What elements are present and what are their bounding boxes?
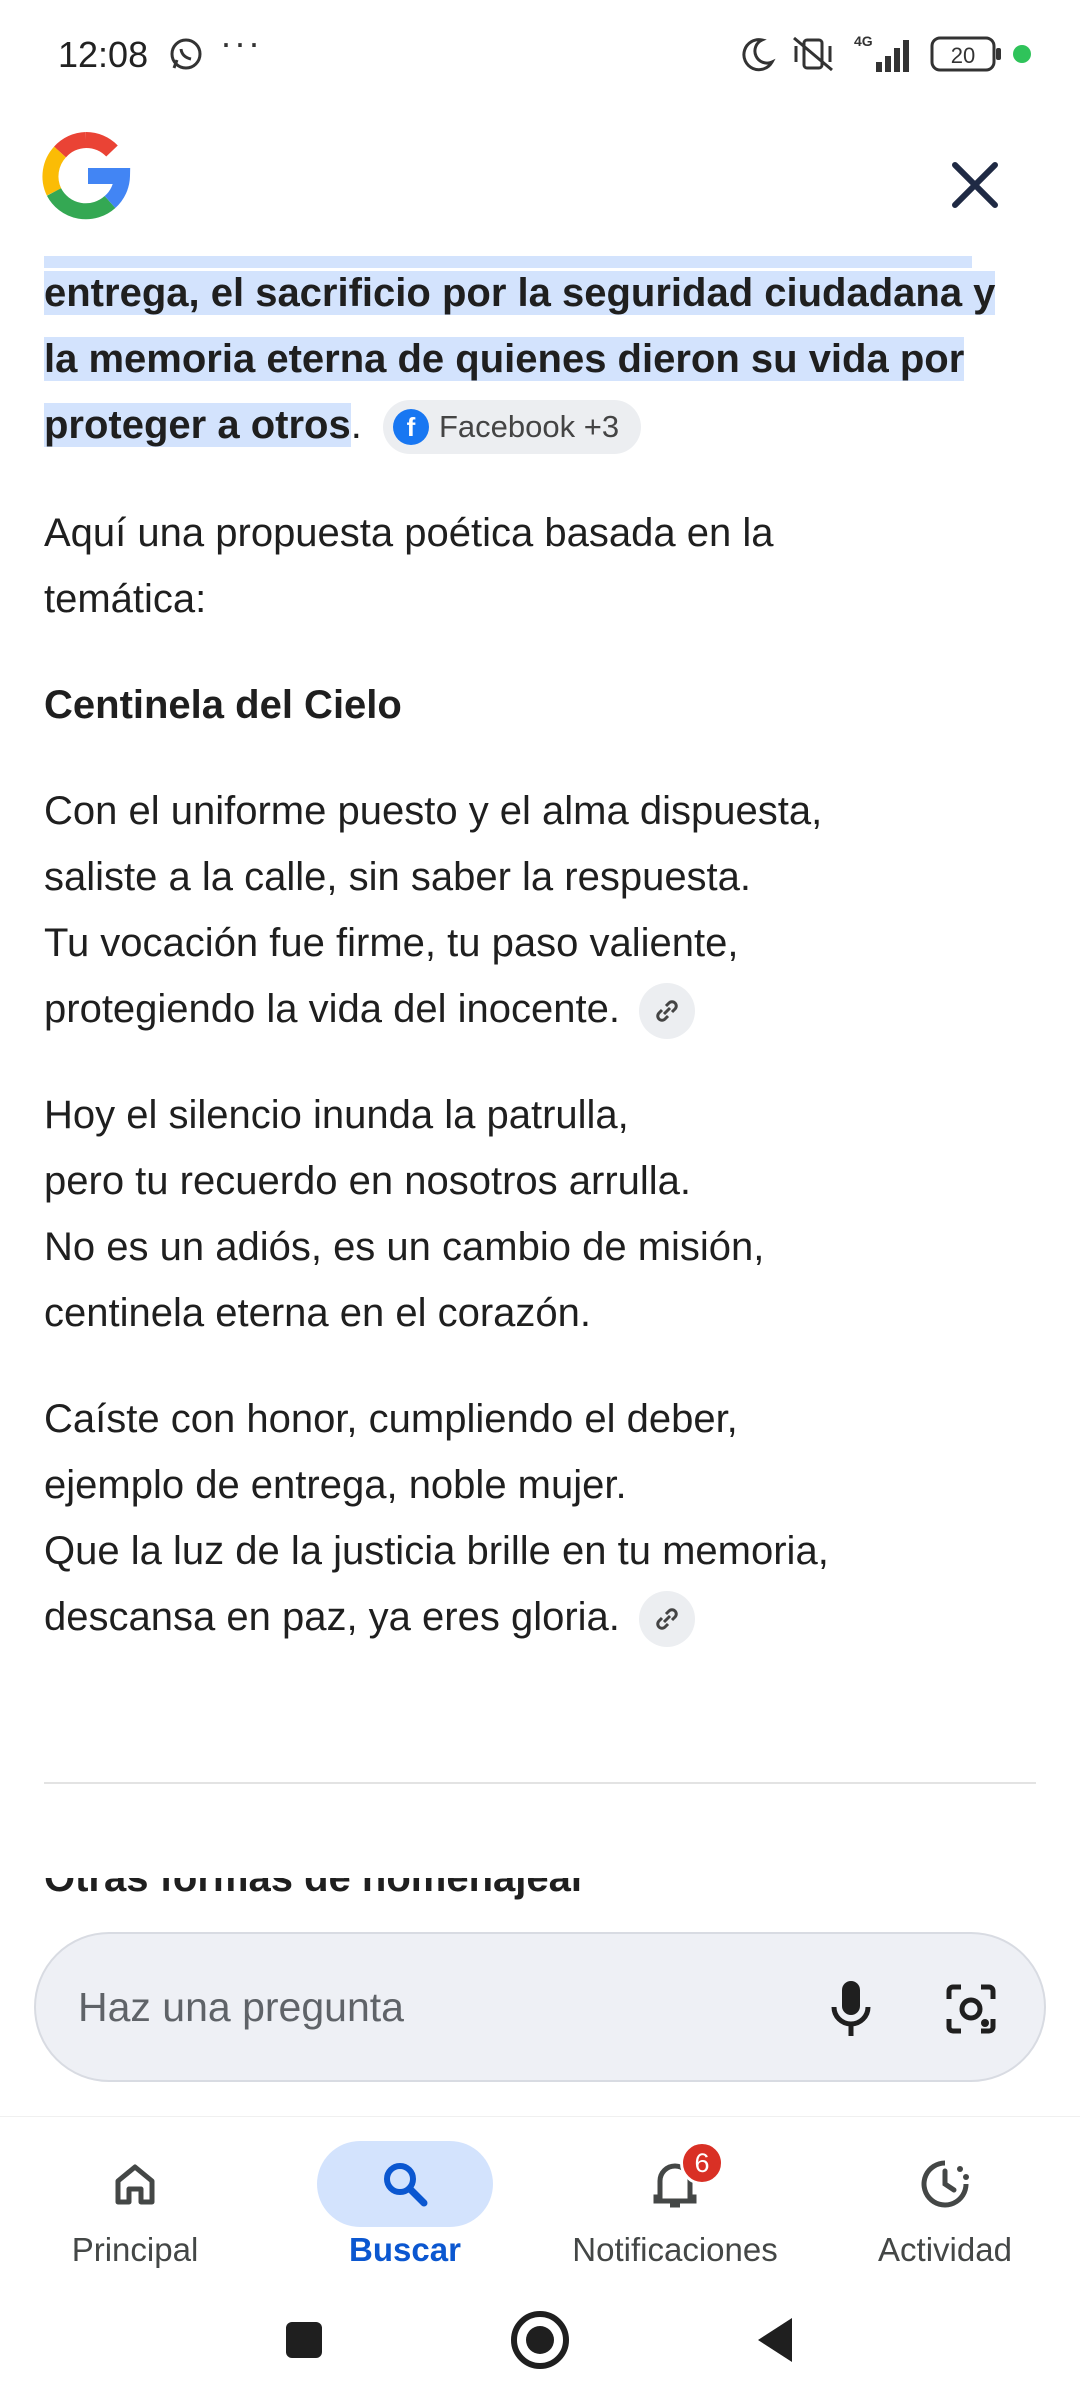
poem-line: saliste a la calle, sin saber la respues…	[44, 855, 752, 899]
circle-home-icon	[511, 2311, 569, 2369]
poem-line: Tu vocación fue firme, tu paso valiente,	[44, 921, 739, 965]
poem-line: Con el uniforme puesto y el alma dispues…	[44, 789, 823, 833]
back-button[interactable]	[736, 2300, 816, 2380]
privacy-indicator-dot	[1013, 45, 1031, 63]
system-navigation-bar	[0, 2280, 1080, 2400]
highlight-line: proteger a otros	[44, 403, 351, 447]
status-bar: 12:08 ··· 4G 20	[0, 0, 1080, 110]
voice-search-button[interactable]	[816, 1974, 886, 2044]
highlight-line: entrega, el sacrificio por la seguridad …	[44, 271, 996, 315]
lens-button[interactable]	[936, 1974, 1006, 2044]
facebook-icon: f	[392, 409, 429, 446]
back-triangle-icon	[758, 2318, 792, 2362]
camera-lens-icon	[946, 1984, 996, 2034]
section-divider	[44, 1782, 1036, 1784]
link-icon	[656, 1608, 678, 1631]
home-system-button[interactable]	[500, 2300, 580, 2380]
poem-stanza: Con el uniforme puesto y el alma dispues…	[44, 778, 1034, 1042]
home-icon	[47, 2141, 223, 2227]
close-icon	[952, 162, 998, 208]
nav-item-actividad[interactable]: Actividad	[810, 2131, 1080, 2268]
ai-answer: entrega, el sacrificio por la seguridad …	[44, 256, 1034, 1650]
poem-line: centinela eterna en el corazón.	[44, 1291, 592, 1335]
source-link-button[interactable]	[639, 1591, 696, 1648]
status-time: 12:08	[58, 34, 149, 75]
recents-button[interactable]	[264, 2300, 344, 2380]
vibrate-off-icon	[790, 34, 836, 79]
poem-line: descansa en paz, ya eres gloria.	[44, 1595, 620, 1639]
whatsapp-icon	[168, 36, 204, 77]
highlight-end: .	[350, 403, 362, 447]
highlighted-paragraph: entrega, el sacrificio por la seguridad …	[44, 260, 1034, 458]
nav-item-notificaciones[interactable]: 6 Notificaciones	[540, 2131, 810, 2268]
nav-item-principal[interactable]: Principal	[0, 2131, 270, 2268]
poem-line: Hoy el silencio inunda la patrulla,	[44, 1093, 629, 1137]
more-notifications-icon: ···	[220, 22, 262, 63]
source-link-button[interactable]	[639, 983, 696, 1040]
next-section-heading-text: Otras formas de homenajear	[44, 1878, 587, 1900]
highlight-cut	[44, 256, 972, 268]
microphone-icon	[831, 1981, 871, 2036]
nav-label: Actividad	[878, 2231, 1012, 2268]
poem-stanza: Hoy el silencio inunda la patrulla, pero…	[44, 1082, 1034, 1346]
poem-title: Centinela del Cielo	[44, 683, 402, 727]
source-chip-label: Facebook +3	[438, 409, 620, 445]
nav-label: Buscar	[349, 2231, 461, 2268]
poem-line: Que la luz de la justicia brille en tu m…	[44, 1529, 829, 1573]
close-button[interactable]	[940, 150, 1010, 220]
svg-text:4G: 4G	[854, 33, 873, 49]
bottom-navigation: Principal Buscar 6 Notificaciones Activi…	[0, 2116, 1080, 2268]
bell-icon	[587, 2141, 763, 2227]
notification-count-badge: 6	[680, 2141, 724, 2185]
intro-text: Aquí una propuesta poética basada en la …	[44, 511, 774, 621]
next-section-heading: Otras formas de homenajear	[44, 1878, 586, 1900]
link-icon	[656, 1000, 678, 1023]
square-icon	[286, 2322, 322, 2358]
nav-label: Notificaciones	[572, 2231, 778, 2268]
poem-stanza: Caíste con honor, cumpliendo el deber, e…	[44, 1386, 1034, 1650]
battery-level: 20	[951, 43, 975, 68]
poem-line: Caíste con honor, cumpliendo el deber,	[44, 1397, 738, 1441]
poem-line: pero tu recuerdo en nosotros arrulla.	[44, 1159, 692, 1203]
signal-4g-icon: 4G	[852, 32, 918, 81]
poem-line: protegiendo la vida del inocente.	[44, 987, 620, 1031]
battery-icon: 20	[930, 36, 1004, 77]
page: 12:08 ··· 4G 20 entrega, el sacrificio p…	[0, 0, 1080, 2400]
highlight-line: la memoria eterna de quienes dieron su v…	[44, 337, 965, 381]
source-chip[interactable]: f Facebook +3	[382, 400, 642, 455]
activity-icon	[857, 2141, 1033, 2227]
poem-line: No es un adiós, es un cambio de misión,	[44, 1225, 765, 1269]
ask-input-placeholder[interactable]: Haz una pregunta	[78, 1984, 404, 2031]
google-logo	[40, 130, 132, 227]
search-icon	[317, 2141, 493, 2227]
nav-label: Principal	[71, 2231, 199, 2268]
nav-item-buscar[interactable]: Buscar	[270, 2131, 540, 2268]
ask-input-bar[interactable]: Haz una pregunta	[34, 1932, 1046, 2082]
poem-line: ejemplo de entrega, noble mujer.	[44, 1463, 627, 1507]
moon-icon	[738, 36, 776, 79]
